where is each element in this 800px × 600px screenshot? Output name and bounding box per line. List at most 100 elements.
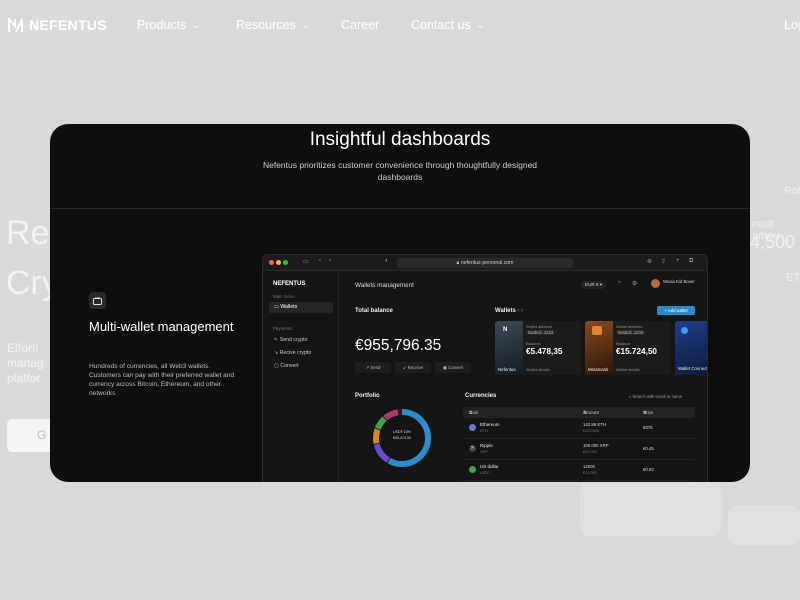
wallet-name: Wallet Connect [678, 366, 708, 371]
bg-right-text-3: 4,500 [750, 232, 796, 252]
bg-right-text-1: Rob [784, 185, 800, 197]
page-title: Wallets management [355, 282, 414, 289]
nav-resources[interactable]: Resources ⌄ [236, 18, 311, 32]
modal-subtitle: Nefentus prioritizes customer convenienc… [262, 160, 538, 182]
receive-label: Receive [407, 365, 424, 370]
coin-amount-eur: €45,000 [583, 450, 597, 454]
brand-logo[interactable]: NEFENTUS [8, 17, 107, 33]
coin-name: Ethereum [480, 422, 500, 427]
sidebar-item-label: Send crypto [279, 337, 308, 343]
portfolio-label: Portfolio [355, 393, 380, 399]
donut-label-line2: €95,474.50 [393, 436, 411, 440]
wallet-card-image: N Nefentus [495, 321, 523, 375]
currencies-label: Currencies [465, 393, 497, 399]
table-row[interactable]: US dollar USDT 12000 €10,000 €0.92 [463, 461, 695, 481]
sidebar-item-convert[interactable]: ▢ Convert [269, 361, 333, 372]
shield-icon: ◐ [385, 258, 389, 264]
bg-right-text-4: ETH [786, 272, 800, 284]
wallet-card-walletconnect[interactable]: Wallet Connect [675, 321, 708, 375]
nav-login[interactable]: Log [784, 18, 800, 32]
wallet-icon [89, 292, 106, 309]
coin-name: Ripple [480, 443, 493, 448]
receive-button[interactable]: ↙ Receive [395, 362, 431, 373]
donut-center-label: USDT 10% €95,474.50 [386, 429, 418, 441]
ethereum-icon [469, 424, 476, 431]
column-coin-label: Coin [469, 410, 479, 415]
search-placeholder: Search with email or name [632, 394, 683, 399]
usdt-icon [469, 466, 476, 473]
forward-icon: › [329, 258, 331, 264]
modal-divider [50, 208, 750, 209]
gear-icon[interactable]: ⚙ [632, 280, 637, 287]
hero-para-line2: manag [7, 356, 44, 370]
convert-button[interactable]: ▣ Convert [435, 362, 471, 373]
browser-chrome: ▭ ‹ › ◐ 🔒︎ nefentus-personal.com ⊕ ⇪ + ⧉ [263, 255, 707, 271]
close-dot-icon [269, 260, 274, 265]
coin-price: €0.92 [643, 467, 654, 472]
column-price[interactable]: Price ⇅ [643, 407, 653, 418]
total-balance-label: Total balance [355, 308, 393, 314]
lock-icon: 🔒︎ [456, 260, 460, 266]
coin-amount: 100.000 XRP [583, 443, 609, 448]
feature-title: Multi-wallet management [89, 319, 234, 334]
nav-products-label: Products [137, 18, 187, 32]
hero-cta-label: G [37, 428, 47, 442]
nav-resources-label: Resources [236, 18, 296, 32]
column-amount[interactable]: Amount ⇅ [583, 407, 599, 418]
wallet-details-link[interactable]: Wallet details [616, 367, 640, 372]
hero-para-line3: platfor [7, 371, 41, 385]
coin-amount-eur: €220,000 [583, 429, 599, 433]
currencies-table-header: Coin ⇅ Amount ⇅ Price ⇅ [463, 407, 695, 418]
wallet-card-metamask[interactable]: Metamask Wallet address 0xabcd..1234 Bal… [585, 321, 671, 375]
nefentus-logo-icon: N [503, 327, 508, 333]
search-input[interactable]: ⌕ Search with email or name [629, 394, 682, 399]
nav-products[interactable]: Products ⌄ [137, 18, 201, 32]
payments-label: Payments [273, 326, 293, 331]
nav-career-label: Career [341, 18, 380, 32]
wallet-address-label: Wallet address [526, 324, 553, 329]
sidebar-item-send[interactable]: ↖ Send crypto [269, 335, 333, 346]
metamask-fox-icon [592, 326, 602, 335]
coin-symbol: XRP [480, 450, 488, 454]
hero-cta-button[interactable]: G [7, 419, 55, 452]
wallet-address-label: Wallet address [616, 324, 643, 329]
bg-phone-panel [580, 480, 722, 536]
coin-symbol: ETH [480, 429, 488, 433]
column-amount-label: Amount [583, 410, 599, 415]
nav-contact[interactable]: Contact us ⌄ [411, 18, 486, 32]
url-bar[interactable]: 🔒︎ nefentus-personal.com [397, 258, 573, 268]
sidebar-item-wallets[interactable]: ▭ Wallets [269, 302, 333, 313]
nav-career[interactable]: Career [341, 18, 379, 32]
column-coin[interactable]: Coin ⇅ [469, 407, 478, 418]
table-row[interactable]: Ethereum ETH 142.88 ETH €220,000 €376 [463, 419, 695, 439]
modal-title: Insightful dashboards [309, 129, 491, 150]
chevron-down-icon: ⌄ [475, 19, 486, 30]
currency-selector[interactable]: EUR € ▾ [581, 281, 607, 289]
app-main: Wallets management EUR € ▾ ◔ ⚙ Wuxia Kid… [339, 271, 708, 482]
column-price-label: Price [643, 410, 654, 415]
wallet-name: Nefentus [498, 367, 516, 372]
sidebar-item-receive[interactable]: ↘ Recive crypto [269, 348, 333, 359]
nefentus-logo-icon [8, 17, 23, 32]
avatar[interactable] [651, 279, 660, 288]
tabs-icon: ⧉ [689, 258, 694, 264]
table-row[interactable]: ✕ Ripple XRP 100.000 XRP €45,000 €0.45 [463, 440, 695, 460]
wallet-card-nefentus[interactable]: N Nefentus Wallet address 0xabcd..1234 B… [495, 321, 581, 375]
coin-amount: 12000 [583, 464, 595, 469]
walletconnect-icon [681, 327, 688, 334]
maximize-dot-icon [283, 260, 288, 265]
carousel-arrows-icon[interactable]: ‹ › [517, 308, 523, 314]
wallet-address: 0xabcd..1234 [616, 330, 646, 335]
coin-symbol: USDT [480, 471, 491, 475]
url-text: nefentus-personal.com [460, 260, 514, 266]
wallet-balance-label: Balance [526, 341, 541, 346]
feature-description: Hundreds of currencies, all Web3 wallets… [89, 363, 235, 397]
add-wallet-button[interactable]: + Add wallet [657, 306, 695, 315]
bell-icon[interactable]: ◔ [617, 280, 621, 286]
brand-name: NEFENTUS [29, 17, 107, 33]
wallet-details-link[interactable]: Wallet details [526, 367, 550, 372]
chevron-down-icon: ⌄ [300, 19, 311, 30]
wallet-balance-label: Balance [616, 341, 631, 346]
send-button[interactable]: ↗ Send [355, 362, 391, 373]
new-tab-icon: + [676, 258, 680, 264]
